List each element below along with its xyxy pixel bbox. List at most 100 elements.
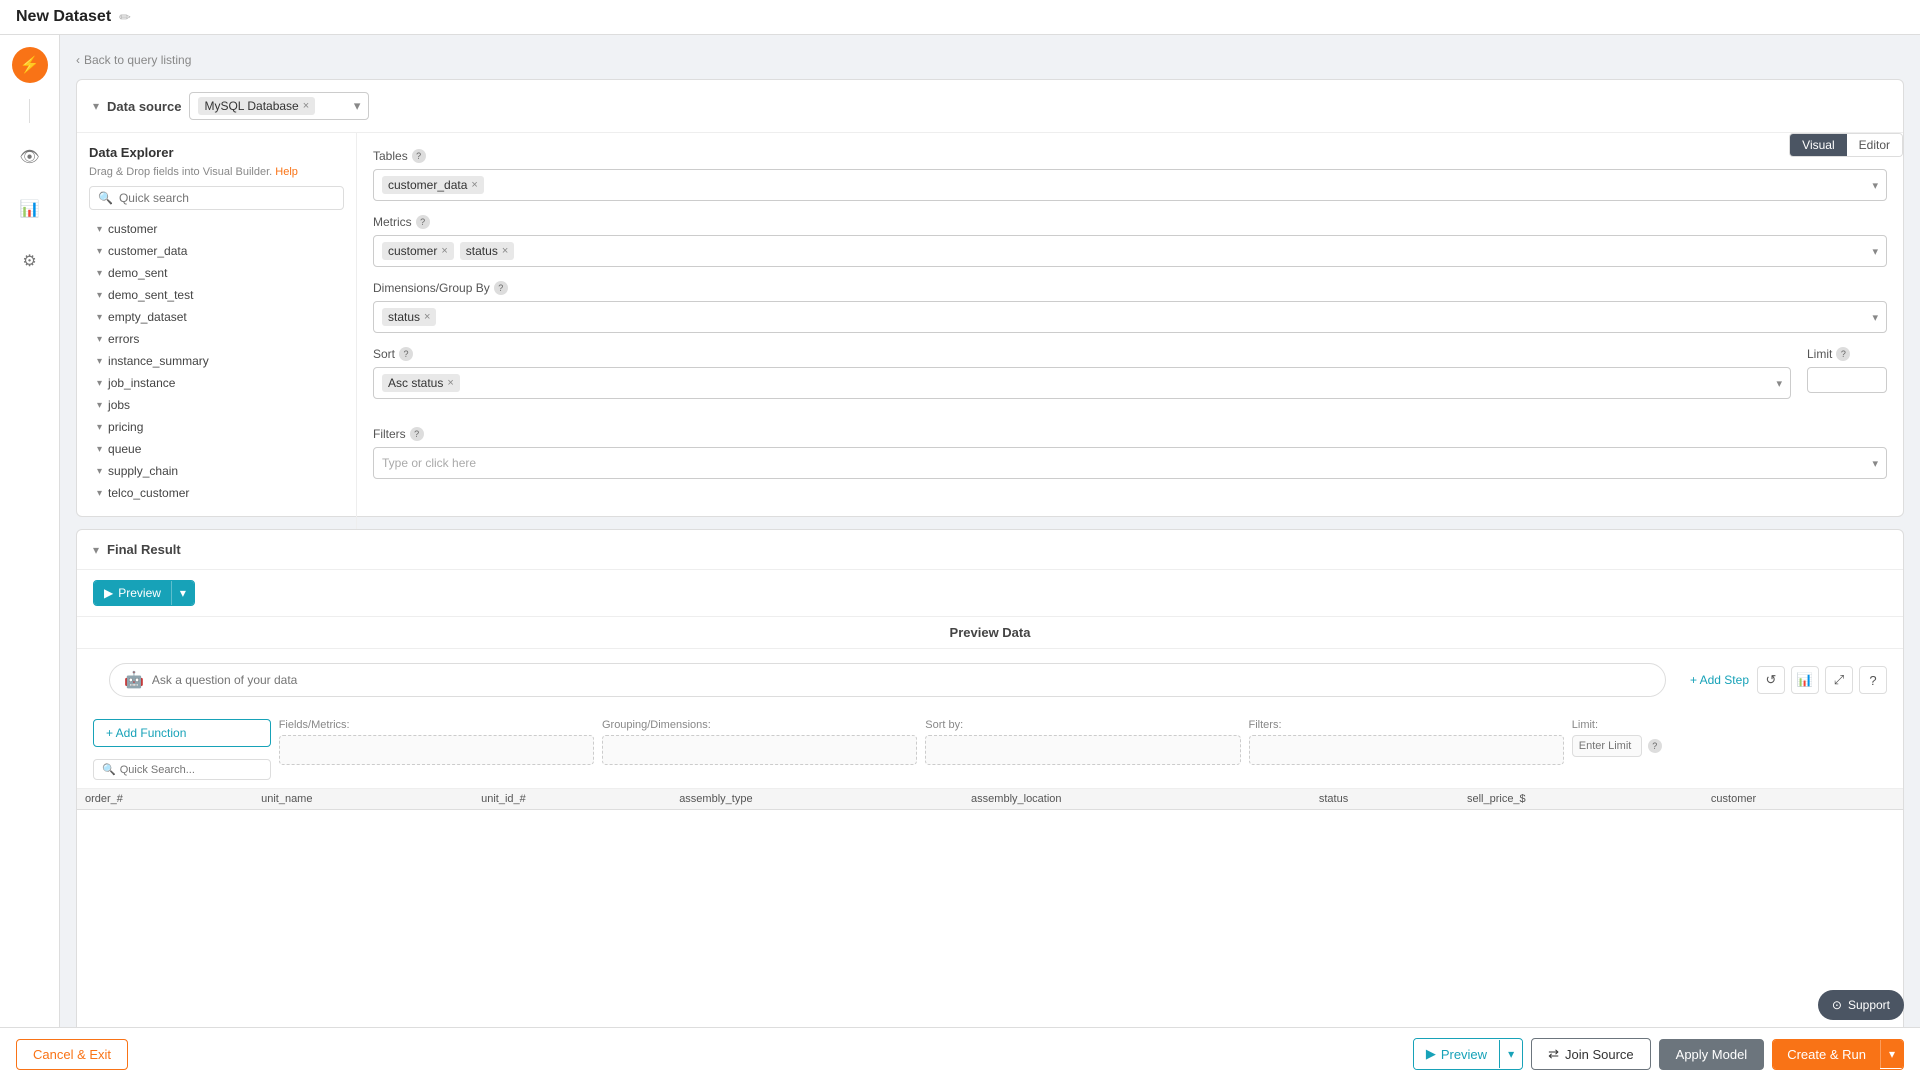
back-link[interactable]: ‹ Back to query listing bbox=[76, 53, 1904, 67]
bottom-preview-label: Preview bbox=[1441, 1047, 1487, 1062]
data-source-label: Data source bbox=[107, 99, 181, 114]
add-function-btn[interactable]: + Add Function bbox=[93, 719, 271, 747]
cancel-exit-btn[interactable]: Cancel & Exit bbox=[16, 1039, 128, 1070]
dimensions-status-remove[interactable]: × bbox=[424, 311, 430, 323]
step-search-input[interactable] bbox=[120, 764, 262, 776]
fields-col-body[interactable] bbox=[279, 735, 594, 765]
tables-label: Tables ? bbox=[373, 149, 1887, 163]
tables-help-icon[interactable]: ? bbox=[412, 149, 426, 163]
sidebar-icon-query[interactable]: ⚡ bbox=[12, 47, 48, 83]
tables-tag-remove[interactable]: × bbox=[471, 179, 477, 191]
metrics-input[interactable]: customer × status × ▾ bbox=[373, 235, 1887, 267]
tree-item-pricing[interactable]: ▾pricing bbox=[89, 416, 344, 438]
tree-item-queue[interactable]: ▾queue bbox=[89, 438, 344, 460]
sidebar-icon-settings[interactable]: ⚙ bbox=[12, 243, 48, 279]
fields-col-header: Fields/Metrics: bbox=[279, 719, 594, 731]
table-head: order_# unit_name unit_id_# assembly_typ… bbox=[77, 789, 1903, 810]
sort-input[interactable]: Asc status × ▾ bbox=[373, 367, 1791, 399]
create-run-main[interactable]: Create & Run bbox=[1773, 1040, 1880, 1069]
metrics-help-icon[interactable]: ? bbox=[416, 215, 430, 229]
explorer-search-input[interactable] bbox=[119, 191, 335, 205]
support-btn[interactable]: ⊙ Support bbox=[1818, 990, 1904, 1020]
toolbar-expand-btn[interactable]: ⤢ bbox=[1825, 666, 1853, 694]
tree-item-demo-sent-test[interactable]: ▾demo_sent_test bbox=[89, 284, 344, 306]
final-result-card: ▾ Final Result ▶ Preview ▾ Preview Data … bbox=[76, 529, 1904, 1059]
data-source-remove[interactable]: × bbox=[303, 100, 309, 112]
step-builder-left: + Add Function 🔍 bbox=[93, 719, 271, 780]
data-source-collapse-icon[interactable]: ▾ bbox=[93, 99, 99, 113]
back-label: Back to query listing bbox=[84, 53, 191, 67]
sidebar-icon-eye[interactable]: 👁 bbox=[12, 139, 48, 175]
explorer-subtitle: Drag & Drop fields into Visual Builder. … bbox=[89, 166, 344, 178]
join-source-btn[interactable]: ⇄ Join Source bbox=[1531, 1038, 1651, 1070]
main-content: ‹ Back to query listing ▾ Data source My… bbox=[60, 35, 1920, 1075]
sort-asc-remove[interactable]: × bbox=[447, 377, 453, 389]
tree-item-errors[interactable]: ▾errors bbox=[89, 328, 344, 350]
dimensions-dropdown-arrow: ▾ bbox=[1872, 311, 1878, 324]
preview-data-label: Preview Data bbox=[77, 617, 1903, 649]
filters-placeholder: Type or click here bbox=[382, 456, 476, 470]
toolbar-help-btn[interactable]: ? bbox=[1859, 666, 1887, 694]
tree-item-customer-data[interactable]: ▾customer_data bbox=[89, 240, 344, 262]
toolbar-icons: ↺ 📊 ⤢ ? bbox=[1757, 666, 1887, 694]
sort-col-body[interactable] bbox=[925, 735, 1240, 765]
toolbar-chart-btn[interactable]: 📊 bbox=[1791, 666, 1819, 694]
filters-step-col-body[interactable] bbox=[1249, 735, 1564, 765]
tree-item-supply-chain[interactable]: ▾supply_chain bbox=[89, 460, 344, 482]
view-editor-btn[interactable]: Editor bbox=[1847, 134, 1902, 156]
ask-question-bar: 🤖 bbox=[109, 663, 1666, 697]
dimensions-tag-status: status × bbox=[382, 308, 436, 326]
col-order: order_# bbox=[77, 789, 253, 810]
add-step-btn[interactable]: + Add Step bbox=[1690, 673, 1749, 687]
back-chevron: ‹ bbox=[76, 53, 80, 67]
create-run-arrow[interactable]: ▾ bbox=[1880, 1040, 1903, 1068]
tree-item-job-instance[interactable]: ▾job_instance bbox=[89, 372, 344, 394]
join-source-label: Join Source bbox=[1565, 1047, 1634, 1062]
tree-item-jobs[interactable]: ▾jobs bbox=[89, 394, 344, 416]
bottom-right: ▶ Preview ▾ ⇄ Join Source Apply Model Cr… bbox=[1413, 1038, 1904, 1070]
step-search-icon: 🔍 bbox=[102, 763, 116, 776]
limit-group: Limit ? 10000 bbox=[1807, 347, 1887, 399]
metrics-dropdown-arrow: ▾ bbox=[1872, 245, 1878, 258]
grouping-col-body[interactable] bbox=[602, 735, 917, 765]
preview-btn-dropdown[interactable]: ▾ bbox=[171, 581, 194, 605]
metrics-customer-remove[interactable]: × bbox=[441, 245, 447, 257]
bottom-preview-main[interactable]: ▶ Preview bbox=[1414, 1039, 1499, 1069]
filters-input[interactable]: Type or click here ▾ bbox=[373, 447, 1887, 479]
data-source-card: ▾ Data source MySQL Database × ▾ Data Ex… bbox=[76, 79, 1904, 517]
apply-model-btn[interactable]: Apply Model bbox=[1659, 1039, 1765, 1070]
ask-input[interactable] bbox=[152, 673, 1651, 687]
dimensions-help-icon[interactable]: ? bbox=[494, 281, 508, 295]
tables-input[interactable]: customer_data × ▾ bbox=[373, 169, 1887, 201]
tree-item-telco-customer[interactable]: ▾telco_customer bbox=[89, 482, 344, 504]
sort-limit-row: Sort ? Asc status × ▾ bbox=[373, 347, 1887, 413]
tree-item-customer[interactable]: ▾customer bbox=[89, 218, 344, 240]
bottom-preview-arrow[interactable]: ▾ bbox=[1499, 1040, 1522, 1068]
tree-item-instance-summary[interactable]: ▾instance_summary bbox=[89, 350, 344, 372]
toolbar-refresh-btn[interactable]: ↺ bbox=[1757, 666, 1785, 694]
data-source-dropdown[interactable]: MySQL Database × ▾ bbox=[189, 92, 369, 120]
edit-icon[interactable]: ✏ bbox=[119, 9, 131, 26]
sort-help-icon[interactable]: ? bbox=[399, 347, 413, 361]
filters-help-icon[interactable]: ? bbox=[410, 427, 424, 441]
filters-label: Filters ? bbox=[373, 427, 1887, 441]
grouping-col-header: Grouping/Dimensions: bbox=[602, 719, 917, 731]
sidebar-icon-chart[interactable]: 📊 bbox=[12, 191, 48, 227]
limit-enter-input[interactable] bbox=[1572, 735, 1642, 757]
metrics-status-remove[interactable]: × bbox=[502, 245, 508, 257]
dimensions-input[interactable]: status × ▾ bbox=[373, 301, 1887, 333]
tree-item-empty-dataset[interactable]: ▾empty_dataset bbox=[89, 306, 344, 328]
final-result-collapse-icon[interactable]: ▾ bbox=[93, 543, 99, 557]
limit-help-icon[interactable]: ? bbox=[1836, 347, 1850, 361]
help-link[interactable]: Help bbox=[275, 166, 298, 178]
metrics-tag-status: status × bbox=[460, 242, 514, 260]
view-visual-btn[interactable]: Visual bbox=[1790, 134, 1846, 156]
data-source-tag-label: MySQL Database bbox=[204, 99, 298, 113]
limit-label: Limit ? bbox=[1807, 347, 1887, 361]
col-sell-price: sell_price_$ bbox=[1459, 789, 1703, 810]
tree-item-demo-sent[interactable]: ▾demo_sent bbox=[89, 262, 344, 284]
limit-help-icon2[interactable]: ? bbox=[1648, 739, 1662, 753]
filters-dropdown-arrow: ▾ bbox=[1872, 457, 1878, 470]
preview-btn-main[interactable]: ▶ Preview bbox=[94, 581, 171, 605]
limit-input[interactable]: 10000 bbox=[1807, 367, 1887, 393]
